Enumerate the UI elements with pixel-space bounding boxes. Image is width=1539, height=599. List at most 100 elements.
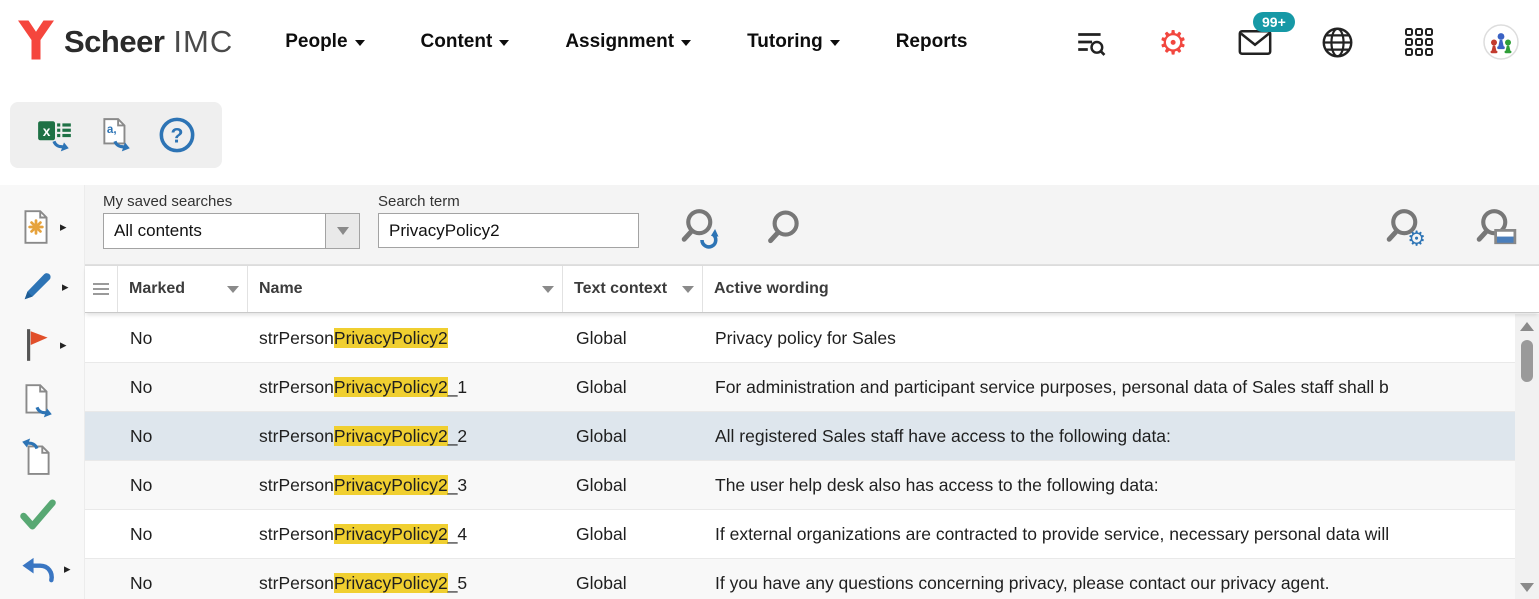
flyout-arrow-icon[interactable]: ▸ <box>60 337 67 353</box>
table-row[interactable]: No strPersonPrivacyPolicy2_1 Global For … <box>85 363 1515 412</box>
search-highlight: PrivacyPolicy2 <box>334 426 448 446</box>
undo-button[interactable]: ▸ <box>18 549 76 589</box>
edit-button[interactable]: ▸ <box>18 267 76 307</box>
quick-search-icon[interactable] <box>765 207 809 251</box>
navbar-icons: ⚙ 99+ <box>1073 24 1519 60</box>
help-icon[interactable]: ? <box>155 113 199 157</box>
chevron-down-icon <box>681 40 691 46</box>
chevron-down-icon <box>499 40 509 46</box>
menu-reports[interactable]: Reports <box>896 31 968 53</box>
marked-cell: No <box>118 377 248 398</box>
column-dropdown-icon[interactable] <box>682 286 694 293</box>
table-row[interactable]: No strPersonPrivacyPolicy2_3 Global The … <box>85 461 1515 510</box>
context-cell: Global <box>563 328 703 349</box>
flyout-arrow-icon[interactable]: ▸ <box>64 561 71 577</box>
name-cell: strPersonPrivacyPolicy2 <box>248 328 563 349</box>
marked-cell: No <box>118 475 248 496</box>
column-dropdown-icon[interactable] <box>227 286 239 293</box>
wording-cell: Privacy policy for Sales <box>703 328 1515 349</box>
scroll-up-button[interactable] <box>1515 316 1539 336</box>
wording-cell: If you have any questions concerning pri… <box>703 573 1515 594</box>
column-label: Marked <box>129 280 185 298</box>
main-menu: People Content Assignment Tutoring Repor… <box>285 31 967 53</box>
import-document-button[interactable] <box>18 437 76 477</box>
scrollbar-thumb[interactable] <box>1521 340 1533 382</box>
menu-content-label: Content <box>421 31 493 53</box>
search-term-label: Search term <box>378 193 460 210</box>
flyout-arrow-icon[interactable]: ▸ <box>62 279 69 295</box>
context-cell: Global <box>563 524 703 545</box>
search-highlight: PrivacyPolicy2 <box>334 475 448 495</box>
filter-search-icon[interactable] <box>1073 24 1109 60</box>
user-avatar[interactable] <box>1483 24 1519 60</box>
new-document-button[interactable]: ▸ <box>18 207 76 247</box>
language-globe-icon[interactable] <box>1319 24 1355 60</box>
menu-content[interactable]: Content <box>421 31 510 53</box>
table-header: Marked Name Text context Active wording <box>85 265 1539 313</box>
marked-cell: No <box>118 426 248 447</box>
table-row[interactable]: No strPersonPrivacyPolicy2_5 Global If y… <box>85 559 1515 599</box>
search-refresh-icon[interactable] <box>680 207 724 251</box>
wording-cell: For administration and participant servi… <box>703 377 1515 398</box>
table-menu-button[interactable] <box>85 266 118 312</box>
column-dropdown-icon[interactable] <box>542 286 554 293</box>
chevron-down-icon <box>830 40 840 46</box>
brand-name: Scheer <box>64 24 164 60</box>
brand-mark-icon <box>18 20 54 65</box>
flag-icon <box>18 326 54 364</box>
context-cell: Global <box>563 426 703 447</box>
vertical-scrollbar[interactable] <box>1515 314 1539 599</box>
saved-searches-select[interactable]: All contents <box>103 213 360 249</box>
document-settings-icon <box>18 208 54 246</box>
flyout-arrow-icon[interactable]: ▸ <box>60 219 67 235</box>
undo-arrow-icon <box>18 551 58 587</box>
search-highlight: PrivacyPolicy2 <box>334 328 448 348</box>
table-row[interactable]: No strPersonPrivacyPolicy2_2 Global All … <box>85 412 1515 461</box>
svg-text:a,: a, <box>107 123 117 136</box>
flag-button[interactable]: ▸ <box>18 325 76 365</box>
column-header-name[interactable]: Name <box>248 266 563 312</box>
document-import-icon <box>18 438 56 476</box>
menu-assignment[interactable]: Assignment <box>565 31 691 53</box>
system-texts-table: Marked Name Text context Active wording … <box>85 265 1539 599</box>
column-label: Name <box>259 280 303 298</box>
name-cell: strPersonPrivacyPolicy2_4 <box>248 524 563 545</box>
messages-envelope-icon[interactable]: 99+ <box>1237 24 1273 60</box>
triangle-down-icon <box>1520 583 1534 592</box>
column-header-text-context[interactable]: Text context <box>563 266 703 312</box>
search-panel-icon[interactable] <box>1475 207 1519 251</box>
pencil-icon <box>18 268 56 306</box>
table-row[interactable]: No strPersonPrivacyPolicy2_4 Global If e… <box>85 510 1515 559</box>
search-settings-icon[interactable]: ⚙ <box>1385 207 1429 251</box>
column-header-active-wording[interactable]: Active wording <box>703 266 1539 312</box>
brand-logo[interactable]: Scheer IMC <box>18 20 233 65</box>
export-document-button[interactable] <box>18 381 76 421</box>
search-highlight: PrivacyPolicy2 <box>334 524 448 544</box>
name-cell: strPersonPrivacyPolicy2_1 <box>248 377 563 398</box>
marked-cell: No <box>118 573 248 594</box>
search-highlight: PrivacyPolicy2 <box>334 377 448 397</box>
brand-suffix: IMC <box>173 24 233 60</box>
approve-button[interactable] <box>18 495 76 535</box>
search-term-input[interactable] <box>378 213 639 248</box>
text-export-icon[interactable]: a, <box>94 113 138 157</box>
menu-tutoring[interactable]: Tutoring <box>747 31 840 53</box>
settings-gear-icon[interactable]: ⚙ <box>1155 24 1191 60</box>
document-export-icon <box>18 382 56 420</box>
excel-export-icon[interactable]: x <box>33 113 77 157</box>
chevron-down-icon <box>355 40 365 46</box>
column-label: Active wording <box>714 280 829 298</box>
marked-cell: No <box>118 328 248 349</box>
table-row[interactable]: No strPersonPrivacyPolicy2 Global Privac… <box>85 314 1515 363</box>
app-grid-icon[interactable] <box>1401 24 1437 60</box>
menu-people[interactable]: People <box>285 31 364 53</box>
column-label: Text context <box>574 280 667 298</box>
column-header-marked[interactable]: Marked <box>118 266 248 312</box>
search-bar: My saved searches All contents Search te… <box>0 185 1539 265</box>
search-highlight: PrivacyPolicy2 <box>334 573 448 593</box>
scroll-down-button[interactable] <box>1515 577 1539 597</box>
table-body: No strPersonPrivacyPolicy2 Global Privac… <box>85 314 1515 599</box>
triangle-up-icon <box>1520 322 1534 331</box>
select-arrow-button[interactable] <box>325 214 359 248</box>
page-toolbar: x a, <box>0 84 1539 185</box>
